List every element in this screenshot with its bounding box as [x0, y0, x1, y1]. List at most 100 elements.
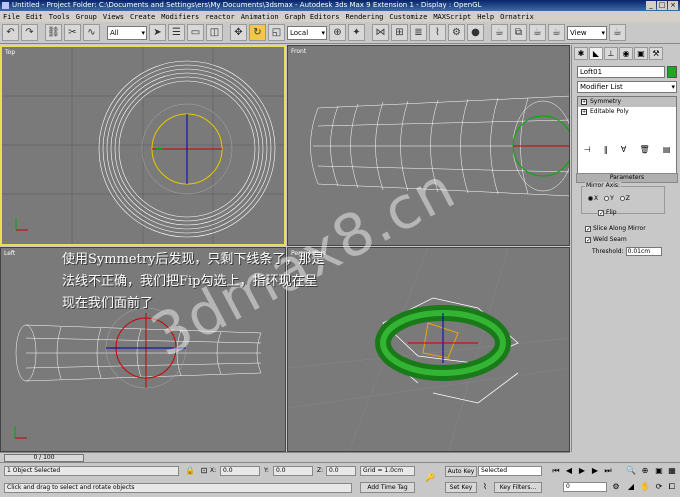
select-object-icon[interactable]: ➤	[149, 24, 166, 41]
schematic-view-icon[interactable]: ⚙	[448, 24, 465, 41]
menu-ornatrix[interactable]: Ornatrix	[500, 13, 534, 21]
previous-frame-icon[interactable]: ◀	[564, 466, 574, 476]
render-last-icon[interactable]: ☕	[609, 24, 626, 41]
undo-icon[interactable]: ↶	[2, 24, 19, 41]
curve-editor-icon[interactable]: ⌇	[429, 24, 446, 41]
zoom-extents-icon[interactable]: ▣	[654, 466, 664, 476]
lock-selection-icon[interactable]: 🔒	[185, 466, 195, 476]
minimize-button[interactable]: _	[646, 1, 656, 10]
menu-animation[interactable]: Animation	[241, 13, 279, 21]
remove-modifier-icon[interactable]: 🗑	[640, 145, 650, 157]
close-button[interactable]: ×	[668, 1, 678, 10]
make-unique-icon[interactable]: ∀	[621, 145, 626, 157]
current-frame-field[interactable]: 0	[563, 482, 607, 492]
mirror-icon[interactable]: ⋈	[372, 24, 389, 41]
selection-filter-dropdown[interactable]: All	[107, 25, 147, 40]
layer-manager-icon[interactable]: ≣	[410, 24, 427, 41]
show-end-result-icon[interactable]: ‖	[604, 145, 608, 157]
go-to-end-icon[interactable]: ⏭	[603, 466, 613, 476]
menu-reactor[interactable]: reactor	[205, 13, 235, 21]
window-crossing-icon[interactable]: ◫	[206, 24, 223, 41]
select-by-name-icon[interactable]: ☰	[168, 24, 185, 41]
pivot-center-icon[interactable]: ⊕	[329, 24, 346, 41]
move-icon[interactable]: ✥	[230, 24, 247, 41]
object-name-field[interactable]: Loft01	[577, 66, 665, 78]
viewport-top[interactable]: Top	[0, 45, 286, 246]
auto-key-button[interactable]: Auto Key	[445, 466, 477, 477]
redo-icon[interactable]: ↷	[21, 24, 38, 41]
menu-graph-editors[interactable]: Graph Editors	[285, 13, 340, 21]
object-color-swatch[interactable]	[667, 66, 677, 78]
pin-stack-icon[interactable]: ⊣	[584, 145, 591, 157]
reference-coord-dropdown[interactable]: Local	[287, 25, 327, 40]
view-dropdown[interactable]: View	[567, 25, 607, 40]
scale-icon[interactable]: ◱	[268, 24, 285, 41]
y-coordinate-field[interactable]: 0.0	[273, 466, 313, 476]
zoom-extents-all-icon[interactable]: ▦	[667, 466, 677, 476]
z-coordinate-field[interactable]: 0.0	[326, 466, 356, 476]
modify-tab-icon[interactable]: ◣	[589, 47, 603, 60]
next-frame-icon[interactable]: ▶	[590, 466, 600, 476]
maximize-button[interactable]: □	[657, 1, 667, 10]
viewport-front-label[interactable]: Front	[291, 48, 306, 55]
menu-customize[interactable]: Customize	[389, 13, 427, 21]
axis-x-radio[interactable]: X	[588, 195, 598, 202]
bind-space-warp-icon[interactable]: ∿	[83, 24, 100, 41]
flip-check-icon[interactable]: ✓	[598, 209, 604, 216]
viewport-left-label[interactable]: Left	[4, 250, 15, 257]
menu-edit[interactable]: Edit	[26, 13, 43, 21]
viewport-top-label[interactable]: Top	[5, 49, 15, 56]
motion-tab-icon[interactable]: ◉	[619, 47, 633, 60]
time-config-icon[interactable]: ⚙	[611, 482, 621, 492]
go-to-start-icon[interactable]: ⏮	[551, 466, 561, 476]
expand-icon[interactable]: +	[581, 99, 587, 105]
axis-z-radio[interactable]: Z	[619, 195, 630, 202]
flip-checkbox[interactable]: ✓ Flip	[598, 209, 617, 216]
expand-icon[interactable]: +	[581, 109, 587, 115]
zoom-icon[interactable]: 🔍	[626, 466, 636, 476]
display-tab-icon[interactable]: ▣	[634, 47, 648, 60]
manipulate-icon[interactable]: ✦	[348, 24, 365, 41]
weld-check-icon[interactable]: ✓	[585, 236, 591, 243]
zoom-all-icon[interactable]: ⊕	[640, 466, 650, 476]
time-slider[interactable]: 0 / 100	[0, 452, 570, 462]
quick-render-icon[interactable]: ☕	[529, 24, 546, 41]
arc-rotate-icon[interactable]: ⟳	[654, 482, 664, 492]
menu-views[interactable]: Views	[103, 13, 124, 21]
menu-tools[interactable]: Tools	[49, 13, 70, 21]
key-filters-button[interactable]: Key Filters...	[494, 482, 542, 493]
unlink-icon[interactable]: ✂	[64, 24, 81, 41]
menu-group[interactable]: Group	[76, 13, 97, 21]
threshold-spinner[interactable]: 0.01cm	[625, 247, 662, 256]
rotate-icon[interactable]: ↻	[249, 24, 266, 41]
create-tab-icon[interactable]: ✱	[574, 47, 588, 60]
menu-rendering[interactable]: Rendering	[345, 13, 383, 21]
modifier-list-dropdown[interactable]: Modifier List	[577, 81, 677, 93]
absolute-mode-icon[interactable]: ⊡	[199, 466, 209, 476]
link-icon[interactable]: ⛓	[45, 24, 62, 41]
play-icon[interactable]: ▶	[577, 466, 587, 476]
configure-modifier-sets-icon[interactable]: ▤	[663, 145, 671, 157]
modifier-stack[interactable]: + Symmetry + Editable Poly	[577, 96, 677, 182]
field-of-view-icon[interactable]: ◢	[626, 482, 636, 492]
menu-maxscript[interactable]: MAXScript	[433, 13, 471, 21]
set-key-button[interactable]: Set Key	[445, 482, 477, 493]
hierarchy-tab-icon[interactable]: ⊥	[604, 47, 618, 60]
x-coordinate-field[interactable]: 0.0	[220, 466, 260, 476]
maximize-viewport-icon[interactable]: ⧠	[667, 482, 677, 492]
default-tangents-icon[interactable]: ⌇	[480, 482, 490, 492]
add-time-tag-button[interactable]: Add Time Tag	[360, 482, 415, 493]
slice-check-icon[interactable]: ✓	[585, 225, 591, 232]
slice-along-mirror-checkbox[interactable]: ✓ Slice Along Mirror	[585, 225, 646, 232]
key-mode-dropdown[interactable]: Selected	[478, 466, 542, 476]
utilities-tab-icon[interactable]: ⚒	[649, 47, 663, 60]
menu-create[interactable]: Create	[130, 13, 155, 21]
axis-y-radio[interactable]: Y	[604, 195, 614, 202]
material-editor-icon[interactable]: ●	[467, 24, 484, 41]
render-setup-icon[interactable]: ☕	[491, 24, 508, 41]
render-frame-icon[interactable]: ⧉	[510, 24, 527, 41]
pan-icon[interactable]: ✋	[640, 482, 650, 492]
key-icon[interactable]: 🔑	[425, 473, 435, 483]
weld-seam-checkbox[interactable]: ✓ Weld Seam	[585, 236, 627, 243]
stack-item-editable-poly[interactable]: + Editable Poly	[578, 107, 676, 117]
